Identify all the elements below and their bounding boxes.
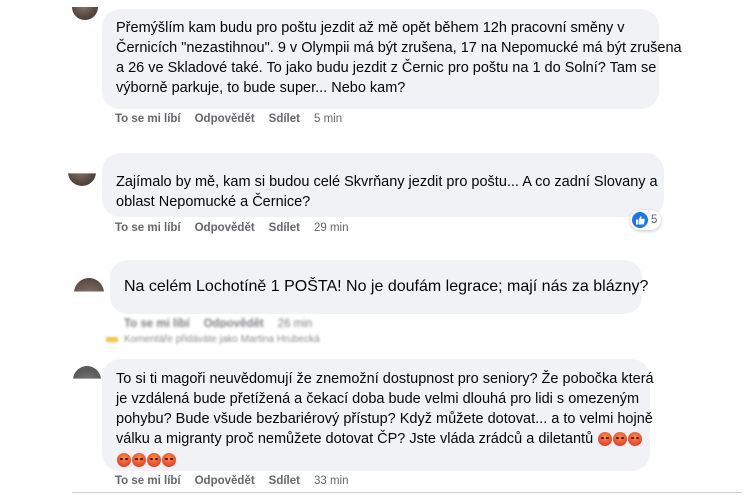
comment-text-line: Přemýšlím kam budu pro poštu jezdit až m… [116,20,625,36]
share-link[interactable]: Sdílet [269,222,300,234]
comment-actions: To se mi líbí Odpovědět Sdílet 5 min [115,113,342,125]
comment-text-line: je vzdálená bude přetížená a čekací doba… [116,391,640,407]
timestamp[interactable]: 33 min [314,475,349,487]
emoji-line [116,450,636,470]
like-link[interactable]: To se mi líbí [115,113,181,125]
like-link[interactable]: To se mi líbí [115,475,181,487]
angry-face-icon [598,432,613,447]
reaction-count-label: 5 [651,214,658,226]
angry-face-icon [613,432,628,447]
comment-text-line: výborně parkuje, to bude super... Nebo k… [116,80,406,96]
like-icon [632,212,648,228]
angry-face-icon [132,453,146,468]
comment-actions: To se mi líbí Odpovědět Sdílet 33 min [115,475,349,487]
comment-text-line: To si ti magoři neuvědomují že znemožní … [116,371,654,387]
avatar[interactable] [72,7,98,20]
comment-text-line: pohybu? Bude všude bezbariérový přístup?… [116,411,653,427]
angry-face-icon [628,432,643,447]
pencil-icon [106,336,118,342]
comment-text-line: oblast Nepomucké a Černice? [116,194,311,210]
angry-face-icon [162,453,176,468]
reply-link[interactable]: Odpovědět [195,113,255,125]
comment-actions: To se mi líbí Odpovědět Sdílet 29 min [115,222,349,234]
comment-bubble: Přemýšlím kam budu pro poštu jezdit až m… [102,9,682,109]
timestamp[interactable]: 29 min [314,222,349,234]
reply-link[interactable]: Odpovědět [204,318,264,328]
reply-link[interactable]: Odpovědět [195,475,255,487]
like-link[interactable]: To se mi líbí [124,318,190,328]
reply-link[interactable]: Odpovědět [195,222,255,234]
timestamp[interactable]: 5 min [314,113,342,125]
divider [72,492,742,493]
avatar[interactable] [73,366,101,379]
comment-bubble: Na celém Lochotíně 1 POŠTA! No je doufám… [110,260,649,314]
comment-bubble: To si ti magoři neuvědomují že znemožní … [102,359,654,471]
comment-text-line: Černicích "nezastihnou". 9 v Olympii má … [116,40,682,56]
reaction-count[interactable]: 5 [630,210,662,230]
share-link[interactable]: Sdílet [269,475,300,487]
comment-text-segment: válku a migranty proč nemůžete dotovat Č… [116,431,594,447]
comment-text-line: Zajímalo by mě, kam si budou celé Skvrňa… [116,174,658,190]
commenting-as-text: Komentáře přidáváte jako Martina Hrubeck… [124,334,320,345]
avatar[interactable] [74,278,104,292]
angry-face-icon [147,453,161,468]
like-link[interactable]: To se mi líbí [115,222,181,234]
share-link[interactable]: Sdílet [269,113,300,125]
comment-text-line: válku a migranty proč nemůžete dotovat Č… [116,429,643,449]
comment-actions: To se mi líbí Odpovědět 26 min [124,318,312,328]
comment-text-line: Na celém Lochotíně 1 POŠTA! No je doufám… [124,278,649,295]
avatar[interactable] [68,173,96,186]
commenting-as-note: Komentáře přidáváte jako Martina Hrubeck… [106,334,320,345]
comment-bubble: Zajímalo by mě, kam si budou celé Skvrňa… [102,153,664,217]
timestamp[interactable]: 26 min [278,318,313,328]
comment-text-line: a 26 ve Skladové také. To jako budu jezd… [116,60,657,76]
angry-face-icon [117,453,131,468]
